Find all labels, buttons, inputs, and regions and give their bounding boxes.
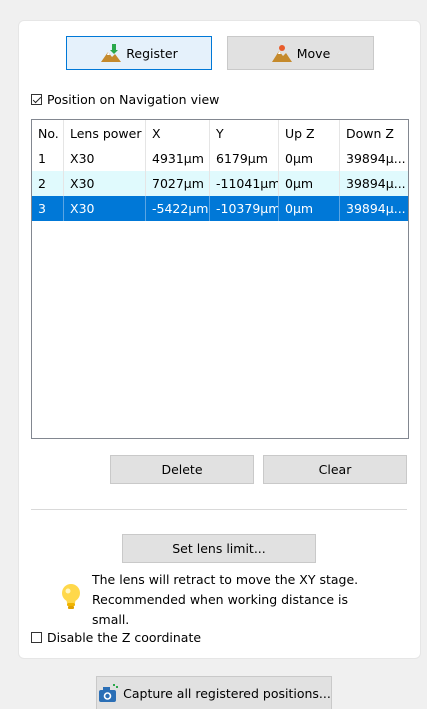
table-row[interactable]: 1 X30 4931µm 6179µm 0µm 39894µ... [32,146,408,171]
register-button[interactable]: Register [66,36,212,70]
clear-button[interactable]: Clear [263,455,407,484]
register-label: Register [126,45,178,61]
table-cell: X30 [64,196,146,221]
position-nav-checkbox[interactable]: Position on Navigation view [31,92,219,107]
table-cell: 0µm [279,196,340,221]
table-cell: 39894µ... [346,176,406,191]
move-button[interactable]: Move [227,36,374,70]
tip-text: The lens will retract to move the XY sta… [92,572,359,627]
table-cell: 6179µm [210,146,279,171]
table-cell: 0µm [279,171,340,196]
register-icon [101,44,122,62]
position-nav-label: Position on Navigation view [47,92,220,107]
column-header[interactable]: Y [210,120,279,146]
table-cell: -11041µm [210,171,279,196]
move-icon [271,45,292,62]
clear-label: Clear [318,462,352,477]
table-cell: -5422µm [146,196,210,221]
table-cell: X30 [64,171,146,196]
set-lens-limit-button[interactable]: Set lens limit... [122,534,316,563]
camera-icon [99,684,119,702]
table-cell: 1 [32,146,64,171]
capture-button[interactable]: Capture all registered positions... [96,676,332,709]
column-header[interactable]: No. [32,120,64,146]
table-cell: 39894µ... [346,201,406,216]
positions-table: No. Lens power X Y Up Z Down Z 1 X30 493… [31,119,409,439]
table-cell: -10379µm [210,196,279,221]
delete-button[interactable]: Delete [110,455,254,484]
table-cell: 39894µ... [346,151,406,166]
delete-label: Delete [161,462,203,477]
disable-z-checkbox[interactable]: Disable the Z coordinate [31,630,201,645]
column-header[interactable]: Lens power [64,120,146,146]
column-header[interactable]: X [146,120,210,146]
column-header[interactable]: Down Z [340,120,408,146]
table-cell: 7027µm [146,171,210,196]
table-cell: 3 [32,196,64,221]
disable-z-label: Disable the Z coordinate [47,630,202,645]
disable-z-checkbox-box[interactable] [31,632,42,643]
table-header: No. Lens power X Y Up Z Down Z [32,120,408,146]
lightbulb-icon [62,584,80,609]
table-cell: 4931µm [146,146,210,171]
move-label: Move [296,45,331,61]
table-row[interactable]: 2 X30 7027µm -11041µm 0µm 39894µ... [32,171,408,196]
section-divider [31,509,407,510]
table-cell: 2 [32,171,64,196]
capture-label: Capture all registered positions... [123,685,331,701]
set-lens-limit-label: Set lens limit... [172,541,266,556]
table-row-selected[interactable]: 3 X30 -5422µm -10379µm 0µm 39894µ... [32,196,408,221]
table-cell: X30 [64,146,146,171]
table-cell: 0µm [279,146,340,171]
position-nav-checkbox-box[interactable] [31,94,42,105]
column-header[interactable]: Up Z [279,120,340,146]
